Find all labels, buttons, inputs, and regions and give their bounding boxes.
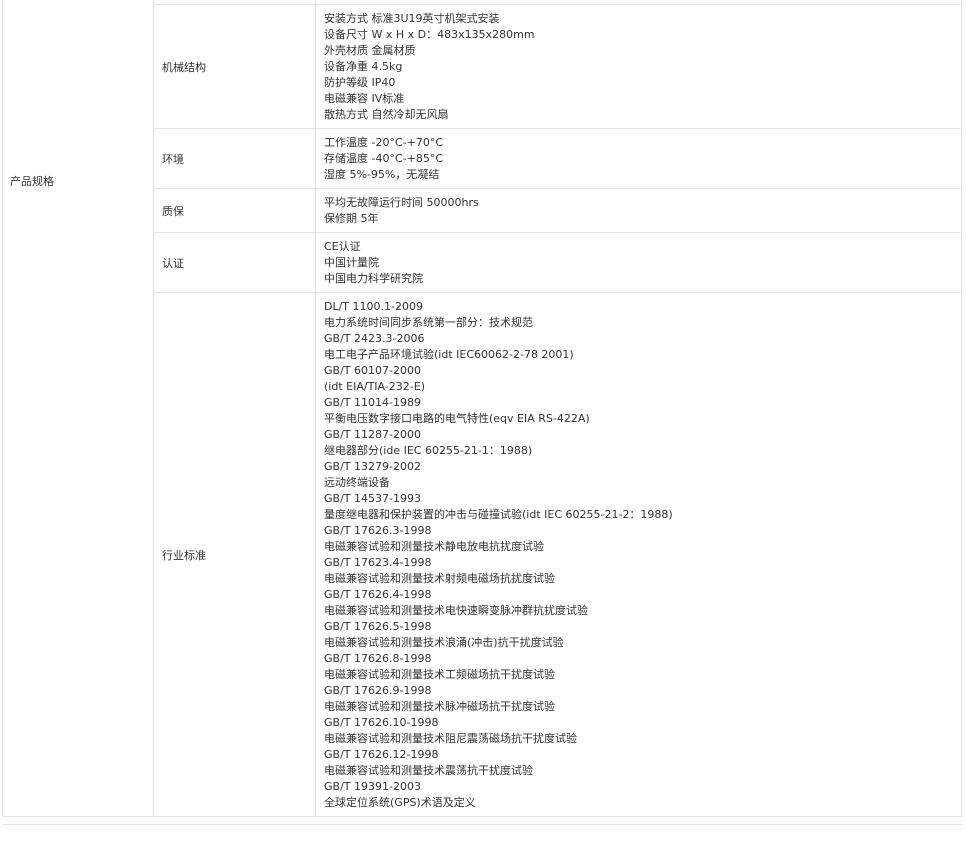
spec-value-line: 全球定位系统(GPS)术语及定义	[324, 796, 476, 809]
section-values: 安装方式 标准3U19英寸机架式安装设备尺寸 W x H x D：483x135…	[315, 4, 962, 129]
spec-value-line: 湿度 5%-95%，无凝结	[324, 168, 440, 181]
spec-value-line: 电磁兼容试验和测量技术阻尼震荡磁场抗干扰度试验	[324, 732, 577, 745]
spec-value-line: 防护等级 IP40	[324, 76, 396, 89]
spec-value-line: 电磁兼容试验和测量技术射频电磁场抗扰度试验	[324, 572, 555, 585]
spec-value-line: GB/T 11014-1989	[324, 396, 421, 409]
spec-value-line: GB/T 17626.12-1998	[324, 748, 439, 761]
section-values: 工作温度 -20°C-+70°C 存储温度 -40°C-+85°C 湿度 5%-95…	[315, 128, 962, 189]
spec-value-line: 电工电子产品环境试验(idt IEC60062-2-78 2001)	[324, 348, 574, 361]
spec-value-line: GB/T 17626.10-1998	[324, 716, 439, 729]
spec-value-line: 电磁兼容试验和测量技术电快速瞬变脉冲群抗扰度试验	[324, 604, 588, 617]
spec-value-line: 保修期 5年	[324, 212, 379, 225]
spec-value-line: 电力系统时间同步系统第一部分：技术规范	[324, 316, 533, 329]
spec-value-line: 平均无故障运行时间 50000hrs	[324, 196, 479, 209]
spec-value-line: GB/T 17626.8-1998	[324, 652, 432, 665]
spec-value-line: GB/T 13279-2002	[324, 460, 421, 473]
spec-value-line: 散热方式 自然冷却无风扇	[324, 108, 449, 121]
spec-value-line: 外壳材质 金属材质	[324, 44, 416, 57]
spec-value-line: CE认证	[324, 240, 361, 253]
spec-value-line: 电磁兼容试验和测量技术浪涌(冲击)抗干扰度试验	[324, 636, 564, 649]
category-label: 产品规格	[2, 0, 154, 189]
section-values: CE认证中国计量院中国电力科学研究院	[315, 232, 962, 293]
spec-value-line: GB/T 60107-2000	[324, 364, 421, 377]
section-values: DL/T 1100.1-2009 电力系统时间同步系统第一部分：技术规范 GB/T …	[315, 292, 962, 817]
category-continuation-cell	[2, 188, 154, 817]
spec-row-warranty: 质保 平均无故障运行时间 50000hrs 保修期 5年	[2, 188, 962, 817]
spec-value-line: 平衡电压数字接口电路的电气特性(eqv EIA RS-422A)	[324, 412, 590, 425]
spec-value-line: (idt EIA/TIA-232-E)	[324, 380, 425, 393]
spec-value-line: 中国计量院	[324, 256, 379, 269]
spec-value-line: 电磁兼容试验和测量技术震荡抗干扰度试验	[324, 764, 533, 777]
spec-value-line: GB/T 2423.3-2006	[324, 332, 425, 345]
spec-value-line: 中国电力科学研究院	[324, 272, 423, 285]
spec-value-line: 电磁兼容试验和测量技术工频磁场抗干扰度试验	[324, 668, 555, 681]
spec-value-line: 设备净重 4.5kg	[324, 60, 403, 73]
bottom-divider	[2, 824, 962, 825]
section-values: 平均无故障运行时间 50000hrs 保修期 5年	[315, 188, 962, 233]
section-label: 环境	[153, 128, 316, 189]
spec-value-line: GB/T 14537-1993	[324, 492, 421, 505]
spec-value-line: GB/T 19391-2003	[324, 780, 421, 793]
spec-value-line: GB/T 17626.9-1998	[324, 684, 432, 697]
spec-value-line: 电磁兼容试验和测量技术静电放电抗扰度试验	[324, 540, 544, 553]
spec-value-line: 电磁兼容 IV标准	[324, 92, 405, 105]
spec-value-line: 电磁兼容试验和测量技术脉冲磁场抗干扰度试验	[324, 700, 555, 713]
product-spec-table: 产品规格 机械结构 安装方式 标准3U19英寸机架式安装设备尺寸 W x H x…	[2, 0, 962, 817]
section-label: 行业标准	[153, 292, 316, 817]
spec-value-line: GB/T 11287-2000	[324, 428, 421, 441]
spec-value-line: 存储温度 -40°C-+85°C	[324, 152, 444, 165]
spec-table-body: 产品规格 机械结构 安装方式 标准3U19英寸机架式安装设备尺寸 W x H x…	[2, 0, 962, 817]
spec-value-line: DL/T 1100.1-2009	[324, 300, 423, 313]
spec-value-line: GB/T 17626.5-1998	[324, 620, 432, 633]
spec-value-line: 工作温度 -20°C-+70°C	[324, 136, 444, 149]
spec-value-line: 量度继电器和保护装置的冲击与碰撞试验(idt IEC 60255-21-2：19…	[324, 508, 673, 521]
spec-value-line: GB/T 17626.4-1998	[324, 588, 432, 601]
spec-value-line: 远动终端设备	[324, 476, 390, 489]
spec-value-line: 安装方式 标准3U19英寸机架式安装	[324, 12, 500, 25]
section-label: 质保	[153, 188, 316, 233]
spec-value-line: 继电器部分(ide IEC 60255-21-1：1988)	[324, 444, 533, 457]
spec-value-line: GB/T 17623.4-1998	[324, 556, 432, 569]
spec-value-line: GB/T 17626.3-1998	[324, 524, 432, 537]
section-label: 认证	[153, 232, 316, 293]
spec-value-line: 设备尺寸 W x H x D：483x135x280mm	[324, 28, 535, 41]
section-label: 机械结构	[153, 4, 316, 129]
